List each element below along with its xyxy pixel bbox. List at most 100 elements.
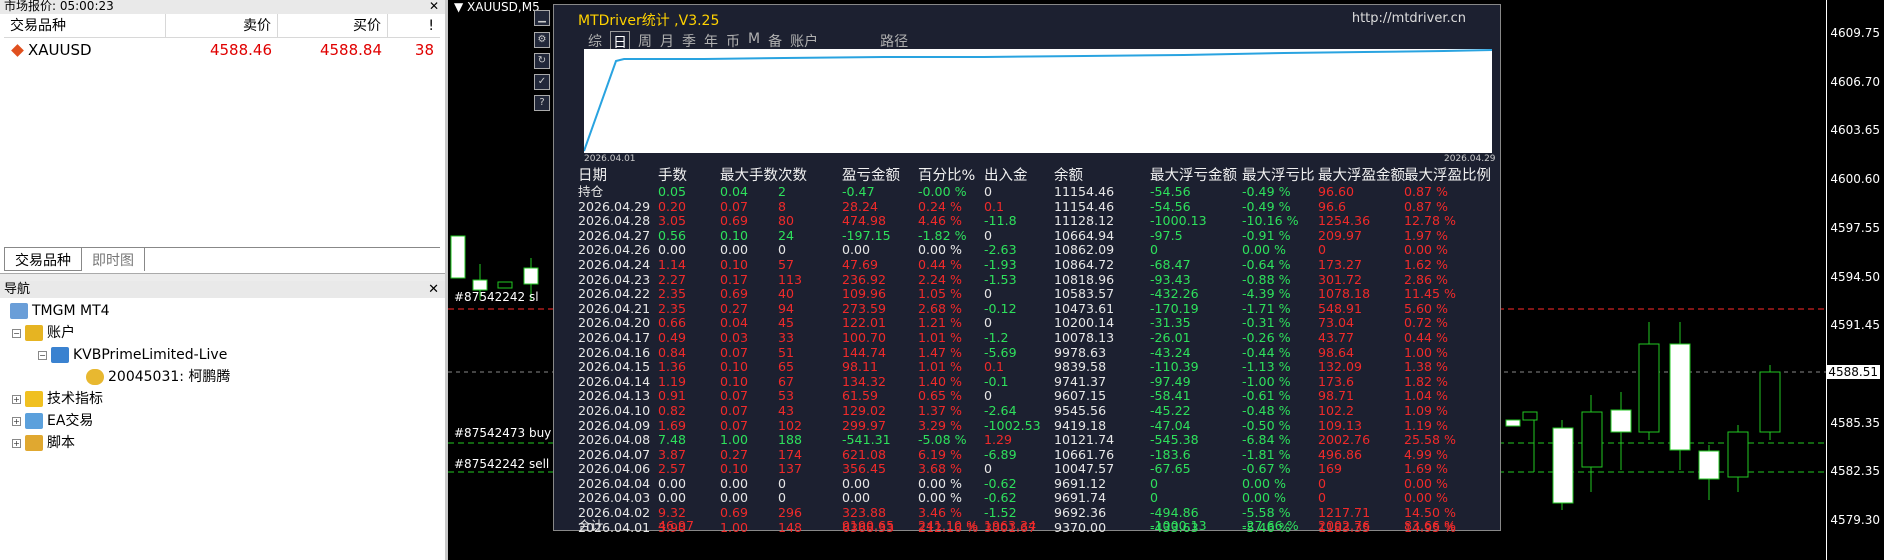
price-tick: 4594.50: [1830, 270, 1880, 284]
header-pct[interactable]: 百分比%: [918, 167, 975, 185]
collapse-icon[interactable]: −: [12, 328, 21, 338]
cell-balance: 9839.58: [1054, 359, 1107, 375]
collapse-icon[interactable]: −: [38, 350, 47, 360]
cell-deposit: 0: [984, 388, 993, 404]
cell-date: 2026.04.13: [578, 388, 651, 404]
cell-max-float-loss: -31.35: [1150, 315, 1191, 331]
expand-icon[interactable]: +: [12, 438, 21, 448]
cell-max-float-profit-pct: 1.09 %: [1404, 402, 1449, 418]
header-max-float-loss-pct[interactable]: 最大浮亏比: [1242, 167, 1315, 185]
cell-count: 113: [778, 271, 803, 287]
cell-max-float-profit-pct: 1.82 %: [1404, 373, 1449, 389]
cell-count: 45: [778, 315, 795, 331]
cell-lots: 1.69: [658, 417, 687, 433]
spread-value: 38: [414, 41, 434, 59]
cell-lots: 1.36: [658, 359, 687, 375]
cell-lots: 7.48: [658, 432, 687, 448]
tree-root[interactable]: TMGM MT4: [10, 300, 110, 322]
symbol-name: XAUUSD: [28, 41, 92, 59]
cell-pct: 1.01 %: [918, 359, 963, 375]
cell-pct: 1.37 %: [918, 402, 963, 418]
cell-pnl: 122.01: [842, 315, 887, 331]
cell-max-float-loss-pct: -0.67 %: [1242, 461, 1291, 477]
symbol-row[interactable]: XAUUSD 4588.46 4588.84 38: [4, 38, 440, 62]
cell-pnl: -541.31: [842, 432, 891, 448]
cell-balance: 9691.12: [1054, 475, 1107, 491]
price-tick: 4597.55: [1830, 221, 1880, 235]
cell-max-lots: 0.07: [720, 344, 749, 360]
cell-date: 合计: [578, 518, 604, 533]
help-icon[interactable]: ?: [534, 95, 550, 111]
cell-deposit: -1.53: [984, 271, 1017, 287]
header-max-float-loss[interactable]: 最大浮亏金额: [1150, 167, 1237, 185]
panel-url[interactable]: http://mtdriver.cn: [1352, 11, 1466, 26]
cell-count: 33: [778, 329, 795, 345]
cell-max-lots: 0.17: [720, 271, 749, 287]
cell-count: 0: [778, 490, 787, 506]
header-deposit[interactable]: 出入金: [984, 167, 1028, 185]
close-icon[interactable]: ✕: [429, 0, 439, 12]
cell-lots: 1.14: [658, 256, 687, 272]
cell-max-float-loss-pct: -0.50 %: [1242, 417, 1291, 433]
cell-deposit: -2.64: [984, 402, 1017, 418]
tree-accounts[interactable]: − 账户: [12, 322, 75, 344]
cell-pnl: 47.69: [842, 256, 879, 272]
cell-deposit: -0.1: [984, 373, 1009, 389]
header-pnl[interactable]: 盈亏金额: [842, 167, 900, 185]
check-icon[interactable]: ✓: [534, 74, 550, 90]
cell-deposit: -5.69: [984, 344, 1017, 360]
header-date[interactable]: 日期: [578, 167, 607, 185]
cell-max-float-profit: 102.2: [1318, 402, 1355, 418]
market-watch-tabs: 交易品种 即时图: [4, 247, 440, 271]
col-symbol[interactable]: 交易品种: [4, 14, 166, 37]
cell-max-float-loss-pct: -0.31 %: [1242, 315, 1291, 331]
table-row: 2026.04.09 1.69 0.07 102 299.97 3.29 % -1002.5…: [578, 417, 1498, 434]
cell-max-float-loss-pct: -27.66 %: [1242, 518, 1299, 533]
refresh-icon[interactable]: ↻: [534, 53, 550, 69]
cell-balance: 10121.74: [1054, 432, 1115, 448]
tree-indicators[interactable]: + 技术指标: [12, 388, 103, 410]
cell-lots: 2.57: [658, 461, 687, 477]
mtdriver-panel[interactable]: ▁ ⚙ ↻ ✓ ? MTDriver统计 ,V3.25 http://mtdri…: [534, 4, 1501, 534]
header-count[interactable]: 次数: [778, 167, 807, 185]
cell-balance: 11154.46: [1054, 184, 1115, 199]
minimize-icon[interactable]: ▁: [534, 10, 550, 26]
cell-max-float-loss-pct: -0.61 %: [1242, 388, 1291, 404]
cell-lots: 0.05: [658, 184, 687, 199]
cell-pct: 6.19 %: [918, 446, 963, 462]
col-bid[interactable]: 卖价: [166, 14, 278, 37]
tree-scripts[interactable]: + 脚本: [12, 432, 75, 454]
experts-icon: [25, 413, 43, 429]
pane-splitter[interactable]: [0, 273, 445, 281]
price-axis[interactable]: 4609.75 4606.70 4603.65 4600.60 4597.55 …: [1826, 0, 1884, 560]
tree-account-item[interactable]: 20045031: 柯鹏腾: [86, 366, 230, 388]
col-ask[interactable]: 买价: [278, 14, 388, 37]
settings-icon[interactable]: ⚙: [534, 32, 550, 48]
order-label-sl[interactable]: #87542242 sl: [454, 290, 539, 304]
cell-pct: 241.10 %: [918, 518, 979, 533]
cell-deposit: 0: [984, 286, 993, 302]
cell-max-float-loss: -1000.13: [1150, 213, 1207, 229]
cell-max-float-profit-pct: 0.00 %: [1404, 242, 1449, 258]
header-balance[interactable]: 余额: [1054, 167, 1083, 185]
tab-tick-chart[interactable]: 即时图: [82, 248, 145, 271]
header-max-float-profit-pct[interactable]: 最大浮盈比例: [1404, 167, 1491, 185]
tree-server[interactable]: − KVBPrimeLimited-Live: [38, 344, 227, 366]
table-row: 2026.04.29 0.20 0.07 8 28.24 0.24 % 0.1 11154.4…: [578, 198, 1498, 215]
cell-max-float-profit: 0: [1318, 490, 1327, 506]
expand-icon[interactable]: +: [12, 416, 21, 426]
cell-balance: 9741.37: [1054, 373, 1107, 389]
col-spread[interactable]: !: [388, 14, 440, 37]
cell-pct: 2.68 %: [918, 300, 963, 316]
expand-icon[interactable]: +: [12, 394, 21, 404]
tree-experts[interactable]: + EA交易: [12, 410, 93, 432]
cell-max-float-profit: 2002.76: [1318, 518, 1371, 533]
cell-balance: 11154.46: [1054, 198, 1115, 214]
cell-max-lots: 0.04: [720, 184, 749, 199]
header-max-float-profit[interactable]: 最大浮盈金额: [1318, 167, 1405, 185]
close-icon[interactable]: ✕: [428, 281, 439, 298]
cell-count: 65: [778, 359, 795, 375]
header-lots[interactable]: 手数: [658, 167, 687, 185]
header-max-lots[interactable]: 最大手数: [720, 167, 778, 185]
tab-symbols[interactable]: 交易品种: [4, 248, 82, 271]
